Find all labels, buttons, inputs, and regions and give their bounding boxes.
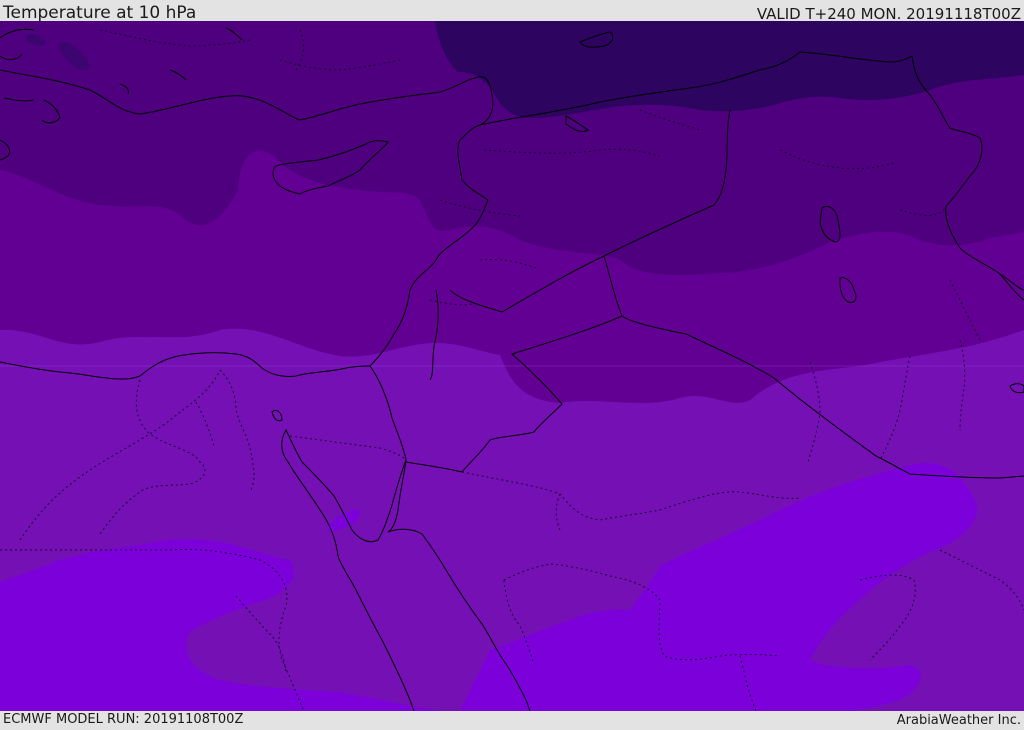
- model-run-label: ECMWF MODEL RUN: 20191108T00Z: [3, 712, 244, 727]
- map-panel[interactable]: [0, 21, 1024, 711]
- title-bar: Temperature at 10 hPa VALID T+240 MON. 2…: [0, 0, 1024, 23]
- credit-label: ArabiaWeather Inc.: [896, 713, 1021, 728]
- footer-bar: ECMWF MODEL RUN: 20191108T00Z ArabiaWeat…: [0, 711, 1024, 729]
- temperature-map[interactable]: [0, 21, 1024, 711]
- map-title: Temperature at 10 hPa: [3, 3, 197, 23]
